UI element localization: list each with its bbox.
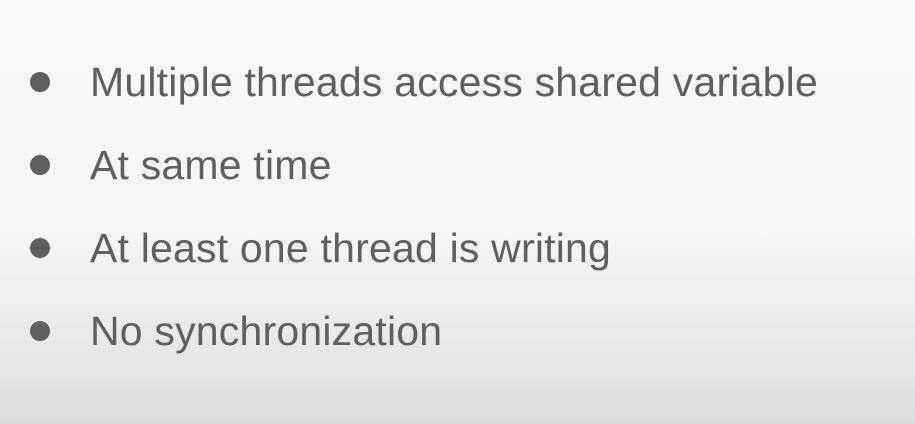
bullet-item: At least one thread is writing bbox=[30, 224, 900, 272]
bullet-text: At same time bbox=[90, 142, 332, 188]
bullet-item: Multiple threads access shared variable bbox=[30, 58, 900, 106]
bullet-text: Multiple threads access shared variable bbox=[90, 59, 818, 105]
bullet-text: At least one thread is writing bbox=[90, 225, 612, 271]
bullet-item: No synchronization bbox=[30, 307, 900, 355]
slide: Multiple threads access shared variable … bbox=[0, 0, 915, 424]
bullet-dot-icon bbox=[30, 155, 50, 175]
bullet-dot-icon bbox=[30, 238, 50, 258]
bullet-list: Multiple threads access shared variable … bbox=[30, 58, 900, 390]
bullet-dot-icon bbox=[30, 72, 50, 92]
bullet-text: No synchronization bbox=[90, 308, 443, 354]
bullet-dot-icon bbox=[30, 321, 50, 341]
bullet-item: At same time bbox=[30, 141, 900, 189]
